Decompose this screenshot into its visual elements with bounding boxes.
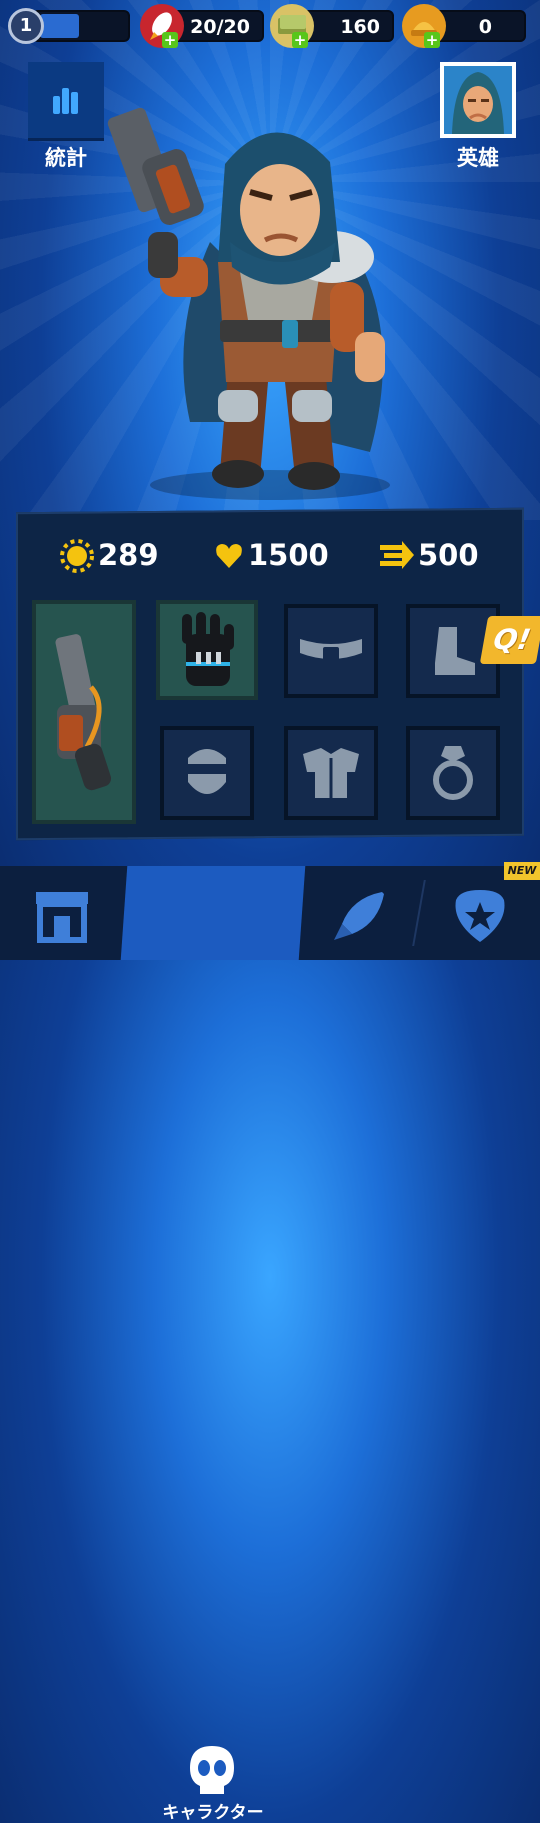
speed-value: 500: [418, 538, 479, 572]
add-gold-button[interactable]: +: [424, 32, 440, 48]
glove-slot[interactable]: [156, 600, 258, 700]
add-energy-button[interactable]: +: [162, 32, 178, 48]
hooded-gunslinger-character: [107, 107, 385, 490]
xp-fill: [40, 14, 79, 38]
cash-value: 160: [340, 16, 380, 38]
speed-arrows-icon: [380, 541, 414, 569]
boot-icon: [435, 627, 475, 675]
new-badge: NEW: [504, 862, 540, 880]
level-badge: 1: [8, 8, 44, 44]
nav-shop[interactable]: [0, 866, 124, 960]
nav-missions[interactable]: [302, 866, 418, 960]
health-stat: 1500: [214, 538, 344, 574]
mask-slot[interactable]: [160, 726, 254, 820]
star-badge-icon: [455, 890, 505, 942]
energy-value: 20/20: [190, 16, 250, 38]
nav-character-label: キャラクター: [162, 1803, 264, 1823]
belt-slot[interactable]: [284, 604, 378, 698]
revolver-icon: [55, 634, 112, 791]
speed-stat: 500: [380, 538, 510, 574]
hero-button[interactable]: [440, 62, 516, 138]
stats-label: 統計: [45, 146, 87, 170]
resource-bar: 1 20/20 + 160 + 0 +: [0, 0, 540, 54]
bottom-nav: キャラクター: [0, 866, 540, 1823]
nav-character[interactable]: [120, 866, 306, 960]
hero-portrait: [444, 66, 512, 134]
add-cash-button[interactable]: +: [292, 32, 308, 48]
power-value: 289: [98, 538, 159, 572]
armor-vest-icon: [303, 748, 359, 798]
nav-achievements[interactable]: [420, 866, 540, 960]
shop-icon: [36, 892, 88, 943]
ring-icon: [433, 746, 473, 800]
mask-icon: [188, 749, 226, 794]
skull-icon: [190, 1746, 234, 1794]
power-stat: 289: [60, 538, 190, 574]
hero-label: 英雄: [457, 146, 499, 170]
heart-icon: [216, 544, 242, 568]
belt-icon: [300, 639, 362, 661]
ring-slot[interactable]: [406, 726, 500, 820]
stats-button[interactable]: [28, 62, 104, 138]
rocket-nav-icon: [334, 892, 384, 940]
sun-power-icon: [60, 539, 94, 573]
weapon-slot[interactable]: [32, 600, 136, 824]
health-value: 1500: [248, 538, 329, 572]
gold-value: 0: [478, 16, 492, 38]
armor-slot[interactable]: [284, 726, 378, 820]
quest-badge[interactable]: Q!: [479, 616, 540, 664]
bar-chart-icon: [53, 88, 78, 114]
glove-icon: [182, 612, 234, 686]
